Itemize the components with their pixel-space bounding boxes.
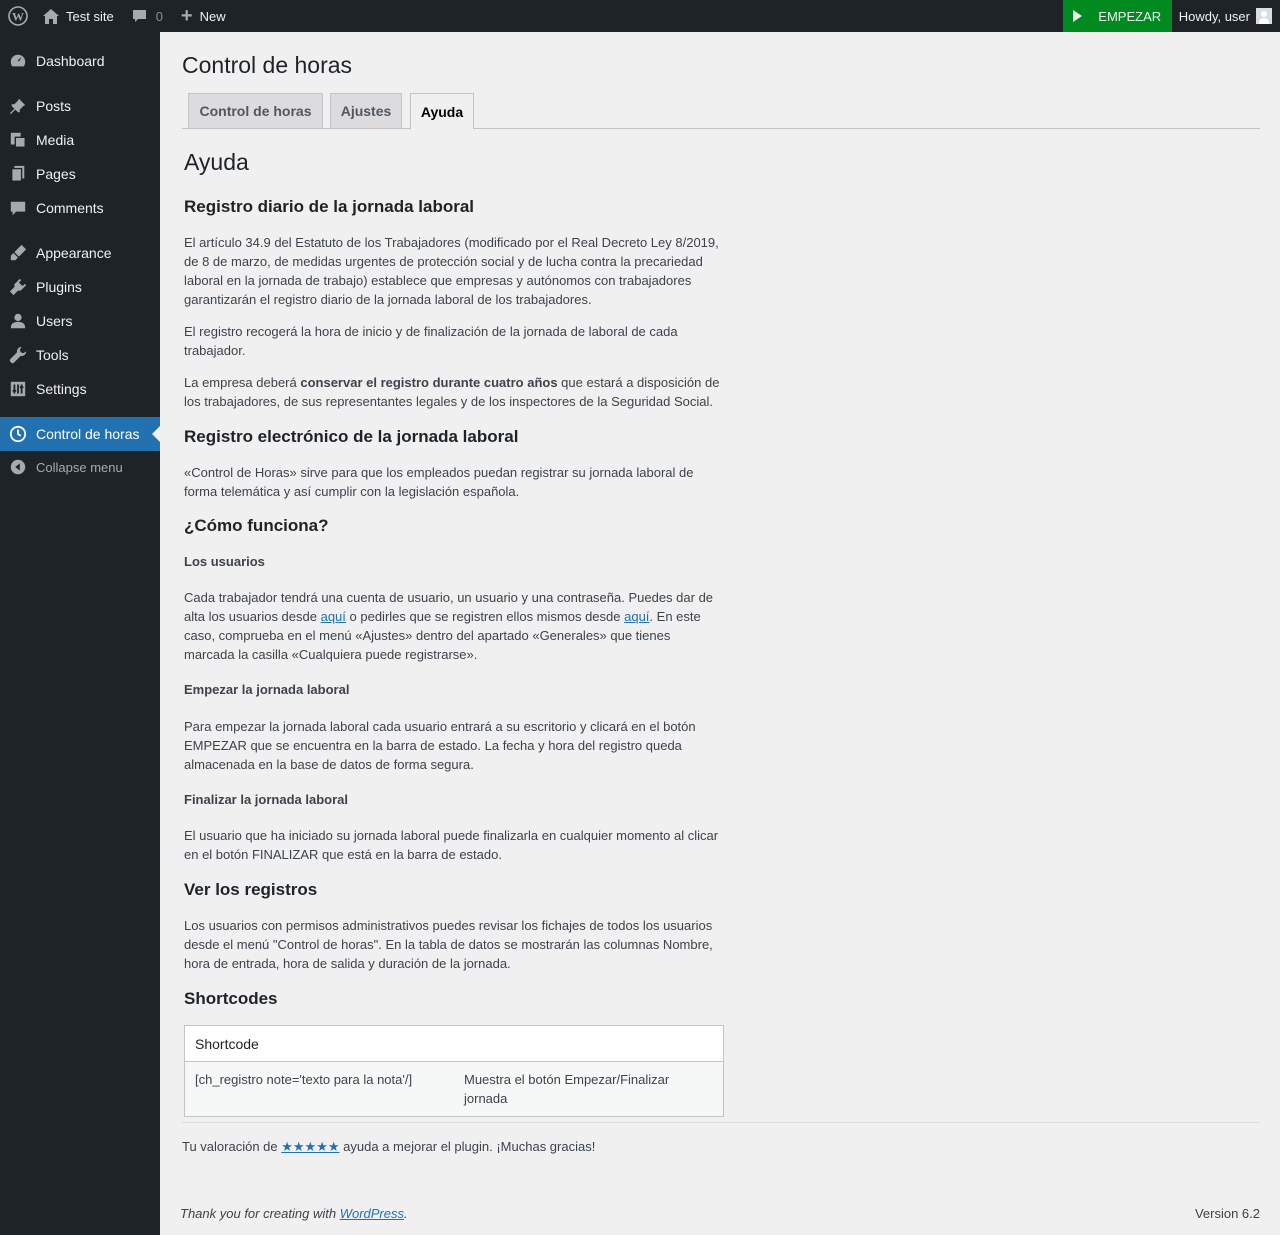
site-name: Test site: [66, 8, 114, 24]
paragraph: «Control de Horas» sirve para que los em…: [184, 465, 694, 499]
sidebar-item-label: Control de horas: [36, 426, 140, 442]
sidebar-item-label: Media: [36, 132, 75, 148]
collapse-icon: [0, 458, 36, 476]
dashboard-icon: [0, 52, 36, 70]
section-title: Shortcodes: [184, 989, 278, 1008]
pages-icon: [0, 165, 36, 183]
rating-stars-link[interactable]: ★★★★★: [281, 1139, 339, 1154]
footer-thanks: Thank you for creating with WordPress.: [180, 1206, 408, 1221]
wordpress-link[interactable]: WordPress: [340, 1206, 404, 1221]
sidebar-item-label: Comments: [36, 200, 104, 216]
comments-link[interactable]: 0: [122, 0, 171, 32]
table-row: [ch_registro note='texto para la nota'/]…: [185, 1062, 723, 1116]
wordpress-icon: W: [7, 6, 28, 26]
collapse-menu-button[interactable]: Collapse menu: [0, 450, 160, 484]
sidebar-item-appearance[interactable]: Appearance: [0, 236, 160, 270]
comment-icon: [132, 9, 146, 22]
tab-ayuda[interactable]: Ayuda: [410, 93, 474, 130]
help-title: Ayuda: [184, 149, 249, 175]
home-icon: [43, 8, 59, 24]
avatar: [1256, 8, 1272, 24]
user-icon: [0, 312, 36, 330]
sidebar-item-pages[interactable]: Pages: [0, 157, 160, 191]
new-label: New: [199, 8, 226, 24]
wordpress-logo-button[interactable]: W: [0, 0, 35, 32]
admin-bar: W Test site 0 + New EMPEZAR Howdy, user: [0, 0, 1280, 32]
pin-icon: [0, 97, 36, 115]
sidebar-item-label: Dashboard: [36, 53, 105, 69]
plug-icon: [0, 278, 36, 296]
wrench-icon: [0, 346, 36, 364]
paragraph: El artículo 34.9 del Estatuto de los Tra…: [184, 235, 719, 307]
site-name-link[interactable]: Test site: [35, 0, 122, 32]
clock-icon: [0, 425, 36, 443]
comments-count: 0: [155, 8, 163, 24]
section-title: Ver los registros: [184, 880, 318, 899]
sidebar-item-settings[interactable]: Settings: [0, 372, 160, 406]
admin-sidebar: Dashboard Posts Media Pages Comments App…: [0, 32, 160, 1235]
empezar-label: EMPEZAR: [1098, 8, 1162, 24]
sidebar-item-label: Tools: [36, 347, 69, 363]
sidebar-item-label: Posts: [36, 98, 72, 114]
paragraph: El usuario que ha iniciado su jornada la…: [184, 828, 719, 862]
main-content: Control de horas Control de horas Ajuste…: [160, 32, 1280, 1235]
brush-icon: [0, 244, 36, 262]
nav-tabs: Control de horas Ajustes Ayuda: [182, 93, 1260, 130]
paragraph: La empresa deberá conservar el registro …: [184, 375, 720, 409]
sidebar-item-comments[interactable]: Comments: [0, 191, 160, 225]
sidebar-item-label: Settings: [36, 381, 87, 397]
sidebar-item-label: Plugins: [36, 279, 82, 295]
section-title: ¿Cómo funciona?: [184, 516, 329, 535]
paragraph: El registro recogerá la hora de inicio y…: [184, 324, 678, 358]
subsection-title: Los usuarios: [184, 554, 265, 569]
account-menu[interactable]: Howdy, user: [1172, 0, 1280, 32]
section-title: Registro electrónico de la jornada labor…: [184, 427, 519, 446]
shortcodes-table: Shortcode [ch_registro note='texto para …: [184, 1025, 724, 1117]
table-header: Shortcode: [185, 1026, 723, 1062]
sidebar-item-control-de-horas[interactable]: Control de horas: [0, 417, 160, 451]
sidebar-item-plugins[interactable]: Plugins: [0, 270, 160, 304]
users-new-link[interactable]: aquí: [321, 609, 346, 624]
new-content-button[interactable]: + New: [171, 0, 234, 32]
sidebar-item-users[interactable]: Users: [0, 304, 160, 338]
play-icon: [1073, 10, 1083, 22]
sidebar-item-dashboard[interactable]: Dashboard: [0, 44, 160, 78]
description-cell: Muestra el botón Empezar/Finalizar jorna…: [464, 1072, 670, 1106]
sidebar-item-label: Pages: [36, 166, 76, 182]
register-link[interactable]: aquí: [624, 609, 649, 624]
paragraph: Los usuarios con permisos administrativo…: [184, 918, 713, 971]
tab-ajustes[interactable]: Ajustes: [330, 93, 402, 129]
sidebar-item-label: Collapse menu: [36, 459, 123, 475]
subsection-title: Empezar la jornada laboral: [184, 682, 350, 697]
sidebar-item-label: Users: [36, 313, 73, 329]
section-title: Registro diario de la jornada laboral: [184, 197, 475, 216]
sidebar-item-label: Appearance: [36, 245, 112, 261]
footer-version: Version 6.2: [1194, 1206, 1260, 1221]
rating-notice: Tu valoración de ★★★★★ ayuda a mejorar e…: [182, 1139, 596, 1154]
sidebar-item-posts[interactable]: Posts: [0, 89, 160, 123]
media-icon: [0, 131, 36, 149]
paragraph: Para empezar la jornada laboral cada usu…: [184, 719, 696, 772]
howdy-label: Howdy, user: [1178, 8, 1250, 24]
tab-control-de-horas[interactable]: Control de horas: [188, 93, 323, 129]
page-title: Control de horas: [182, 52, 353, 78]
subsection-title: Finalizar la jornada laboral: [184, 792, 348, 807]
empezar-button[interactable]: EMPEZAR: [1062, 0, 1172, 32]
divider: [182, 1122, 1260, 1123]
plus-icon: +: [180, 5, 193, 27]
comment-icon: [0, 199, 36, 217]
svg-text:W: W: [12, 10, 24, 24]
sidebar-item-tools[interactable]: Tools: [0, 338, 160, 372]
shortcode-cell: [ch_registro note='texto para la nota'/]: [195, 1072, 413, 1087]
sidebar-item-media[interactable]: Media: [0, 123, 160, 157]
settings-icon: [0, 380, 36, 398]
paragraph: Cada trabajador tendrá una cuenta de usu…: [184, 590, 714, 662]
